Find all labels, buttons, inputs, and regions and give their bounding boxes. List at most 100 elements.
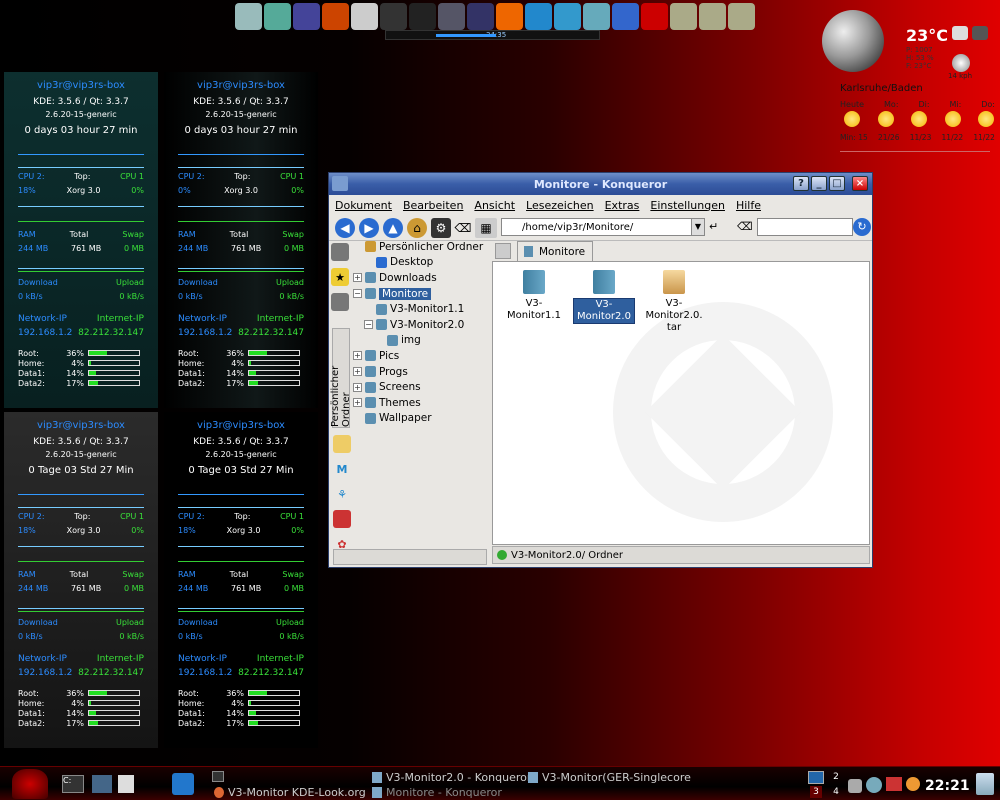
clear-search-icon[interactable]: ⌫ bbox=[737, 220, 753, 233]
tree-item[interactable]: − V3-Monitor2.0 bbox=[351, 317, 491, 333]
pager-desktop-4[interactable]: 4 bbox=[830, 786, 842, 798]
kde-menu-icon[interactable] bbox=[12, 769, 48, 799]
presentation-icon[interactable] bbox=[322, 2, 349, 30]
documents-icon[interactable] bbox=[118, 775, 134, 793]
expand-icon[interactable]: + bbox=[353, 351, 362, 361]
bookmarks-icon[interactable]: ★ bbox=[331, 268, 349, 286]
book-icon[interactable] bbox=[333, 510, 351, 528]
folder-book-icon-3[interactable] bbox=[728, 2, 755, 30]
pager-active[interactable] bbox=[808, 771, 824, 784]
folder-book-icon-2[interactable] bbox=[699, 2, 726, 30]
media-player-bar[interactable]: 34:35 bbox=[385, 30, 600, 40]
menu-bearbeiten[interactable]: Bearbeiten bbox=[403, 199, 463, 212]
up-icon[interactable]: ▲ bbox=[383, 217, 403, 238]
volume-icon[interactable] bbox=[906, 777, 920, 791]
expand-icon[interactable]: + bbox=[353, 367, 362, 377]
go-icon[interactable]: ↵ bbox=[709, 220, 725, 234]
disk-usage-bar bbox=[88, 360, 140, 366]
tree-item[interactable]: + Downloads bbox=[351, 270, 491, 286]
opera-icon[interactable] bbox=[641, 2, 668, 30]
film-icon[interactable] bbox=[409, 2, 436, 30]
taskbar-task[interactable]: V3-Monitor(GER-Singlecore bbox=[528, 771, 691, 784]
window-titlebar[interactable]: Monitore - Konqueror ? _ □ × bbox=[329, 173, 872, 195]
expand-icon[interactable]: + bbox=[353, 398, 362, 408]
tools-icon[interactable] bbox=[467, 2, 494, 30]
expand-icon[interactable]: − bbox=[364, 320, 373, 330]
view-mode-icon[interactable]: ▦ bbox=[475, 217, 497, 238]
computer-icon[interactable] bbox=[92, 775, 112, 793]
sidebar-tab-home[interactable]: Persönlicher Ordner bbox=[330, 328, 352, 428]
home-icon[interactable]: ⌂ bbox=[407, 217, 427, 238]
media-progress[interactable] bbox=[436, 34, 496, 37]
location-input[interactable]: /home/vip3r/Monitore/ bbox=[501, 218, 705, 236]
history-icon[interactable] bbox=[331, 243, 349, 261]
file-item[interactable]: V3- Monitor1.1 bbox=[503, 270, 565, 322]
tree-item[interactable]: img bbox=[351, 333, 491, 349]
menu-hilfe[interactable]: Hilfe bbox=[736, 199, 761, 212]
documents-icon[interactable] bbox=[235, 2, 262, 30]
magnifier-icon[interactable] bbox=[351, 2, 378, 30]
terminal-icon[interactable]: C: bbox=[62, 775, 84, 793]
network-icon[interactable] bbox=[331, 293, 349, 311]
menu-extras[interactable]: Extras bbox=[605, 199, 640, 212]
minimize-button[interactable]: _ bbox=[811, 176, 827, 191]
back-icon[interactable]: ◀ bbox=[335, 217, 355, 238]
taskbar-task[interactable]: Monitore - Konqueror bbox=[372, 786, 502, 799]
network-icon[interactable] bbox=[848, 779, 862, 793]
headphones-icon[interactable] bbox=[380, 2, 407, 30]
forward-icon[interactable]: ▶ bbox=[359, 217, 379, 238]
tree-item[interactable]: Persönlicher Ordner bbox=[351, 239, 491, 255]
users-icon[interactable] bbox=[866, 777, 882, 793]
search-icon[interactable]: ↻ bbox=[853, 218, 871, 236]
tree-item[interactable]: + Screens bbox=[351, 379, 491, 395]
menu-einstellungen[interactable]: Einstellungen bbox=[650, 199, 725, 212]
search-input[interactable] bbox=[757, 218, 853, 236]
tree-item[interactable]: + Themes bbox=[351, 395, 491, 411]
expand-icon[interactable]: − bbox=[353, 289, 362, 299]
media-icon[interactable]: M bbox=[333, 460, 351, 478]
tree-item[interactable]: Desktop bbox=[351, 255, 491, 271]
book-icon[interactable] bbox=[264, 2, 291, 30]
gear-icon[interactable]: ⚙ bbox=[431, 217, 451, 238]
close-button[interactable]: × bbox=[852, 176, 868, 191]
folder-icon[interactable] bbox=[333, 435, 351, 453]
clock[interactable]: 22:21 bbox=[925, 778, 970, 794]
tree-item[interactable]: Wallpaper bbox=[351, 411, 491, 427]
tree-item[interactable]: − Monitore bbox=[351, 286, 491, 302]
taskbar-task[interactable]: V3-Monitor KDE-Look.org bbox=[214, 786, 366, 799]
location-dropdown[interactable]: ▼ bbox=[691, 219, 704, 235]
pager-desktop-2[interactable]: 2 bbox=[830, 771, 842, 783]
folder-book-icon[interactable] bbox=[670, 2, 697, 30]
menu-lesezeichen[interactable]: Lesezeichen bbox=[526, 199, 594, 212]
tree-item[interactable]: + Progs bbox=[351, 364, 491, 380]
cursor-icon[interactable] bbox=[293, 2, 320, 30]
mail-icon[interactable] bbox=[886, 777, 902, 791]
tab-monitore[interactable]: Monitore bbox=[517, 241, 593, 261]
chat-icon[interactable] bbox=[612, 2, 639, 30]
maximize-button[interactable]: □ bbox=[829, 176, 845, 191]
pager-desktop-3[interactable]: 3 bbox=[810, 786, 822, 798]
menu-dokument[interactable]: Dokument bbox=[335, 199, 392, 212]
cube-icon[interactable] bbox=[554, 2, 581, 30]
airplane-icon[interactable] bbox=[438, 2, 465, 30]
trash-icon[interactable] bbox=[976, 773, 994, 795]
services-icon[interactable]: ⚘ bbox=[333, 485, 351, 503]
konqueror-window[interactable]: Monitore - Konqueror ? _ □ × Dokument Bea… bbox=[328, 172, 873, 568]
tree-item[interactable]: V3-Monitor1.1 bbox=[351, 301, 491, 317]
users-icon[interactable] bbox=[583, 2, 610, 30]
desktop-icon[interactable] bbox=[172, 773, 194, 795]
expand-icon[interactable]: + bbox=[353, 273, 362, 283]
menu-ansicht[interactable]: Ansicht bbox=[474, 199, 515, 212]
clear-location-icon[interactable]: ⌫ bbox=[455, 218, 472, 238]
snowflake-icon[interactable] bbox=[525, 2, 552, 30]
task-icon[interactable] bbox=[212, 771, 224, 782]
file-view[interactable]: V3- Monitor1.1 V3- Monitor2.0 V3- Monitor2.0.… bbox=[492, 261, 870, 545]
tree-item[interactable]: + Pics bbox=[351, 348, 491, 364]
file-item[interactable]: V3- Monitor2.0. tar bbox=[643, 270, 705, 334]
help-button[interactable]: ? bbox=[793, 176, 809, 191]
file-item[interactable]: V3- Monitor2.0 bbox=[573, 270, 635, 324]
new-tab-icon[interactable] bbox=[495, 243, 511, 259]
expand-icon[interactable]: + bbox=[353, 382, 362, 392]
taskbar-task[interactable]: V3-Monitor2.0 - Konqueror bbox=[372, 771, 531, 784]
firefox-icon[interactable] bbox=[496, 2, 523, 30]
